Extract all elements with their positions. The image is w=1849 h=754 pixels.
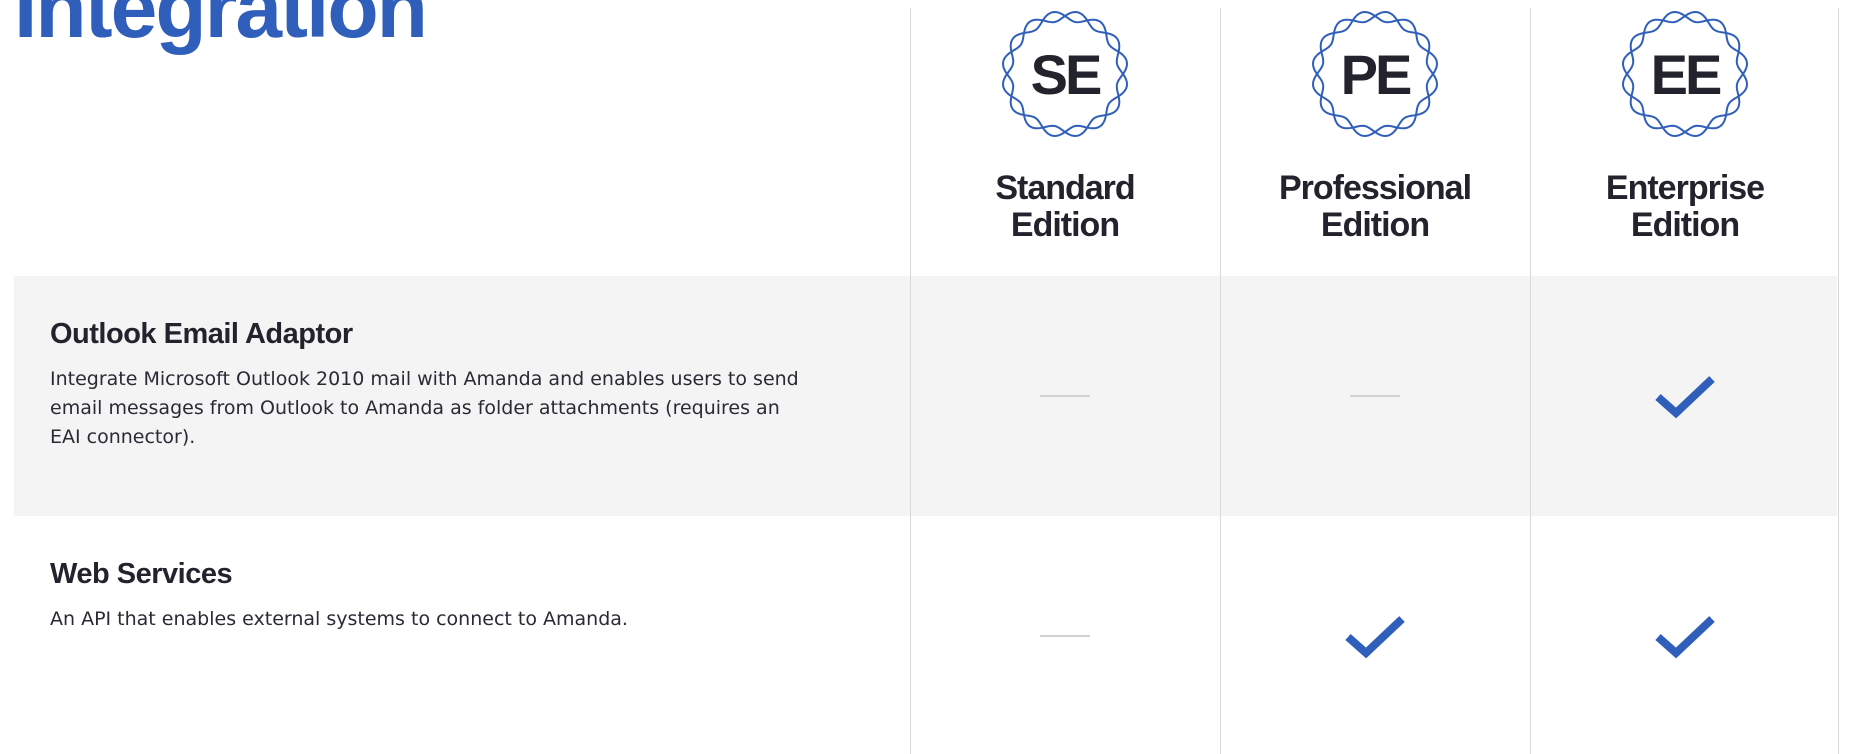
feature-description: Integrate Microsoft Outlook 2010 mail wi… xyxy=(50,368,799,448)
edition-name: Professional Edition xyxy=(1278,169,1472,244)
availability-cell xyxy=(910,276,1220,516)
availability-cell xyxy=(1220,276,1530,516)
edition-abbr: SE xyxy=(1030,42,1103,106)
check-icon xyxy=(1654,613,1716,659)
edition-abbr: PE xyxy=(1340,42,1413,106)
edition-header-enterprise: EE Enterprise Edition xyxy=(1530,0,1840,244)
dash-icon xyxy=(1040,395,1090,397)
availability-cell xyxy=(910,516,1220,754)
edition-name-line1: Standard xyxy=(995,169,1135,207)
check-icon xyxy=(1654,373,1716,419)
edition-name-line2: Edition xyxy=(1630,206,1740,244)
edition-name-line2: Edition xyxy=(1010,206,1120,244)
feature-description: An API that enables external systems to … xyxy=(50,608,628,630)
section-title: Integration xyxy=(14,0,428,55)
edition-name: Standard Edition xyxy=(995,169,1135,244)
edition-name-line1: Professional xyxy=(1278,169,1472,207)
availability-cell xyxy=(1220,516,1530,754)
dash-icon xyxy=(1040,635,1090,637)
feature-info: Outlook Email Adaptor Integrate Microsof… xyxy=(50,318,810,452)
edition-badge: EE xyxy=(1617,6,1753,142)
edition-name-line2: Edition xyxy=(1320,206,1430,244)
edition-badge: PE xyxy=(1307,6,1443,142)
edition-header-standard: SE Standard Edition xyxy=(910,0,1220,244)
edition-name-line1: Enterprise xyxy=(1605,169,1765,207)
edition-header-professional: PE Professional Edition xyxy=(1220,0,1530,244)
availability-cell xyxy=(1530,276,1840,516)
edition-badge: SE xyxy=(997,6,1133,142)
check-icon xyxy=(1344,613,1406,659)
feature-name: Outlook Email Adaptor xyxy=(50,318,353,350)
availability-cell xyxy=(1530,516,1840,754)
edition-name: Enterprise Edition xyxy=(1605,169,1765,244)
feature-info: Web Services An API that enables externa… xyxy=(50,558,810,634)
feature-comparison-page: Integration Outlook Email Adaptor Integr… xyxy=(0,0,1849,754)
feature-name: Web Services xyxy=(50,558,233,590)
edition-abbr: EE xyxy=(1650,42,1723,106)
dash-icon xyxy=(1350,395,1400,397)
